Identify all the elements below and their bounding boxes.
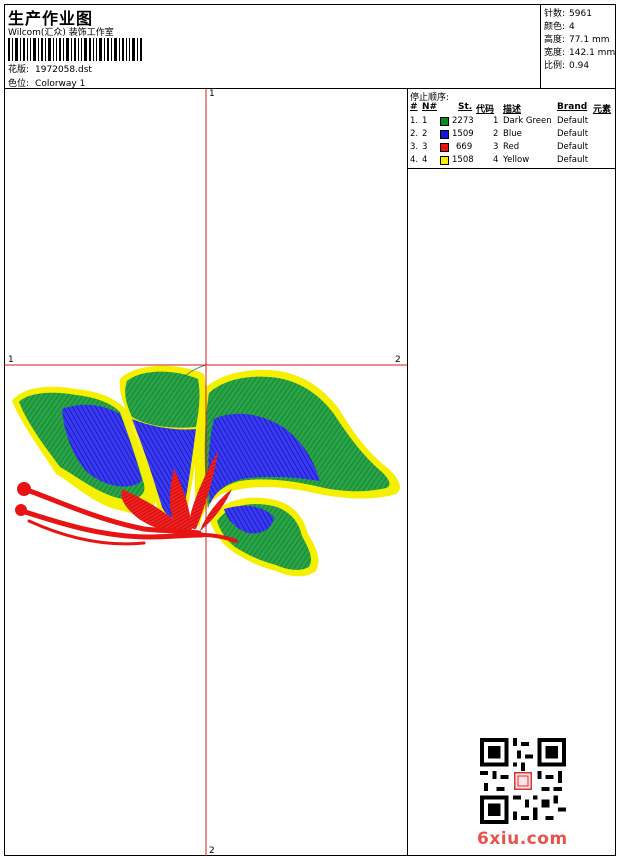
row-brand: Default	[557, 116, 589, 126]
col-header-brand: Brand	[557, 102, 588, 112]
legend-row: 3. 3 669 3 Red Default	[408, 142, 616, 155]
row-brand: Default	[557, 142, 589, 152]
legend-row: 2. 2 1509 2 Blue Default	[408, 129, 616, 142]
col-header-element: 元素	[593, 105, 612, 115]
color-swatch	[440, 156, 449, 165]
color-swatch	[440, 130, 449, 139]
colorway-label: 色位:	[8, 79, 30, 89]
stat-stitches: 针数: 5961	[544, 6, 592, 19]
embroidery-design	[4, 89, 407, 856]
stat-value: 4	[569, 22, 575, 32]
row-code: 4	[493, 155, 499, 165]
row-description: Blue	[503, 129, 522, 139]
design-label: 花版:	[8, 65, 30, 75]
axis-label-left: 1	[8, 355, 14, 365]
row-index: 3.	[410, 142, 419, 152]
design-file-value: 1972058.dst	[35, 65, 92, 75]
header-info-panel: 生产作业图 Wilcom(汇众) 装饰工作室 花版: 1972058.dst 色…	[4, 4, 541, 89]
stat-label: 比例:	[544, 61, 566, 71]
design-canvas: 1 2 1 2	[4, 89, 408, 856]
col-header-description: 描述	[503, 105, 522, 115]
watermark-logo: 6xiu.com	[477, 829, 568, 849]
stat-scale: 比例: 0.94	[544, 58, 589, 71]
row-number: 3	[422, 142, 428, 152]
row-number: 4	[422, 155, 428, 165]
axis-label-top: 1	[209, 89, 215, 99]
legend-row: 4. 4 1508 4 Yellow Default	[408, 155, 616, 168]
col-header-stitches: St.	[458, 102, 473, 112]
colorway-value: Colorway 1	[35, 79, 86, 89]
antenna-tip-2	[15, 504, 27, 516]
col-header-index: #	[410, 102, 418, 112]
row-number: 1	[422, 116, 428, 126]
row-description: Yellow	[503, 155, 530, 165]
stat-value: 77.1 mm	[569, 35, 610, 45]
row-number: 2	[422, 129, 428, 139]
stat-colors: 颜色: 4	[544, 19, 575, 32]
row-brand: Default	[557, 129, 589, 139]
barcode-image	[8, 38, 142, 61]
row-stitches: 1509	[452, 129, 474, 139]
stat-label: 高度:	[544, 35, 566, 45]
col-header-code: 代码	[476, 105, 495, 115]
row-stitches: 2273	[452, 116, 474, 126]
antenna-tip-1	[17, 482, 31, 496]
design-file-row: 花版: 1972058.dst	[8, 62, 92, 75]
stat-label: 颜色:	[544, 22, 566, 32]
row-brand: Default	[557, 155, 589, 165]
row-description: Red	[503, 142, 520, 152]
row-description: Dark Green	[503, 116, 552, 126]
stat-width: 宽度: 142.1 mm	[544, 45, 615, 58]
color-sequence-panel: 停止顺序: # N# St. 代码 描述 Brand 元素 1. 1 2273 …	[408, 89, 616, 169]
stat-value: 5961	[569, 9, 592, 19]
row-index: 1.	[410, 116, 419, 126]
row-index: 4.	[410, 155, 419, 165]
stat-label: 宽度:	[544, 48, 566, 58]
company-name: Wilcom(汇众) 装饰工作室	[8, 28, 114, 38]
row-index: 2.	[410, 129, 419, 139]
stats-panel: 针数: 5961 颜色: 4 高度: 77.1 mm 宽度: 142.1 mm 比例: 0…	[541, 4, 616, 89]
stat-value: 0.94	[569, 61, 590, 71]
legend-row: 1. 1 2273 1 Dark Green Default	[408, 116, 616, 129]
stat-value: 142.1 mm	[569, 48, 616, 58]
axis-label-right: 2	[395, 355, 401, 365]
row-code: 1	[493, 116, 499, 126]
stat-label: 针数:	[544, 9, 566, 19]
qr-code	[480, 738, 566, 824]
axis-label-bottom: 2	[209, 846, 215, 856]
colorway-row: 色位: Colorway 1	[8, 76, 85, 89]
row-code: 3	[493, 142, 499, 152]
stat-height: 高度: 77.1 mm	[544, 32, 609, 45]
color-swatch	[440, 117, 449, 126]
row-stitches: 1508	[452, 155, 474, 165]
col-header-number: N#	[422, 102, 438, 112]
row-code: 2	[493, 129, 499, 139]
color-swatch	[440, 143, 449, 152]
row-stitches: 669	[456, 142, 473, 152]
